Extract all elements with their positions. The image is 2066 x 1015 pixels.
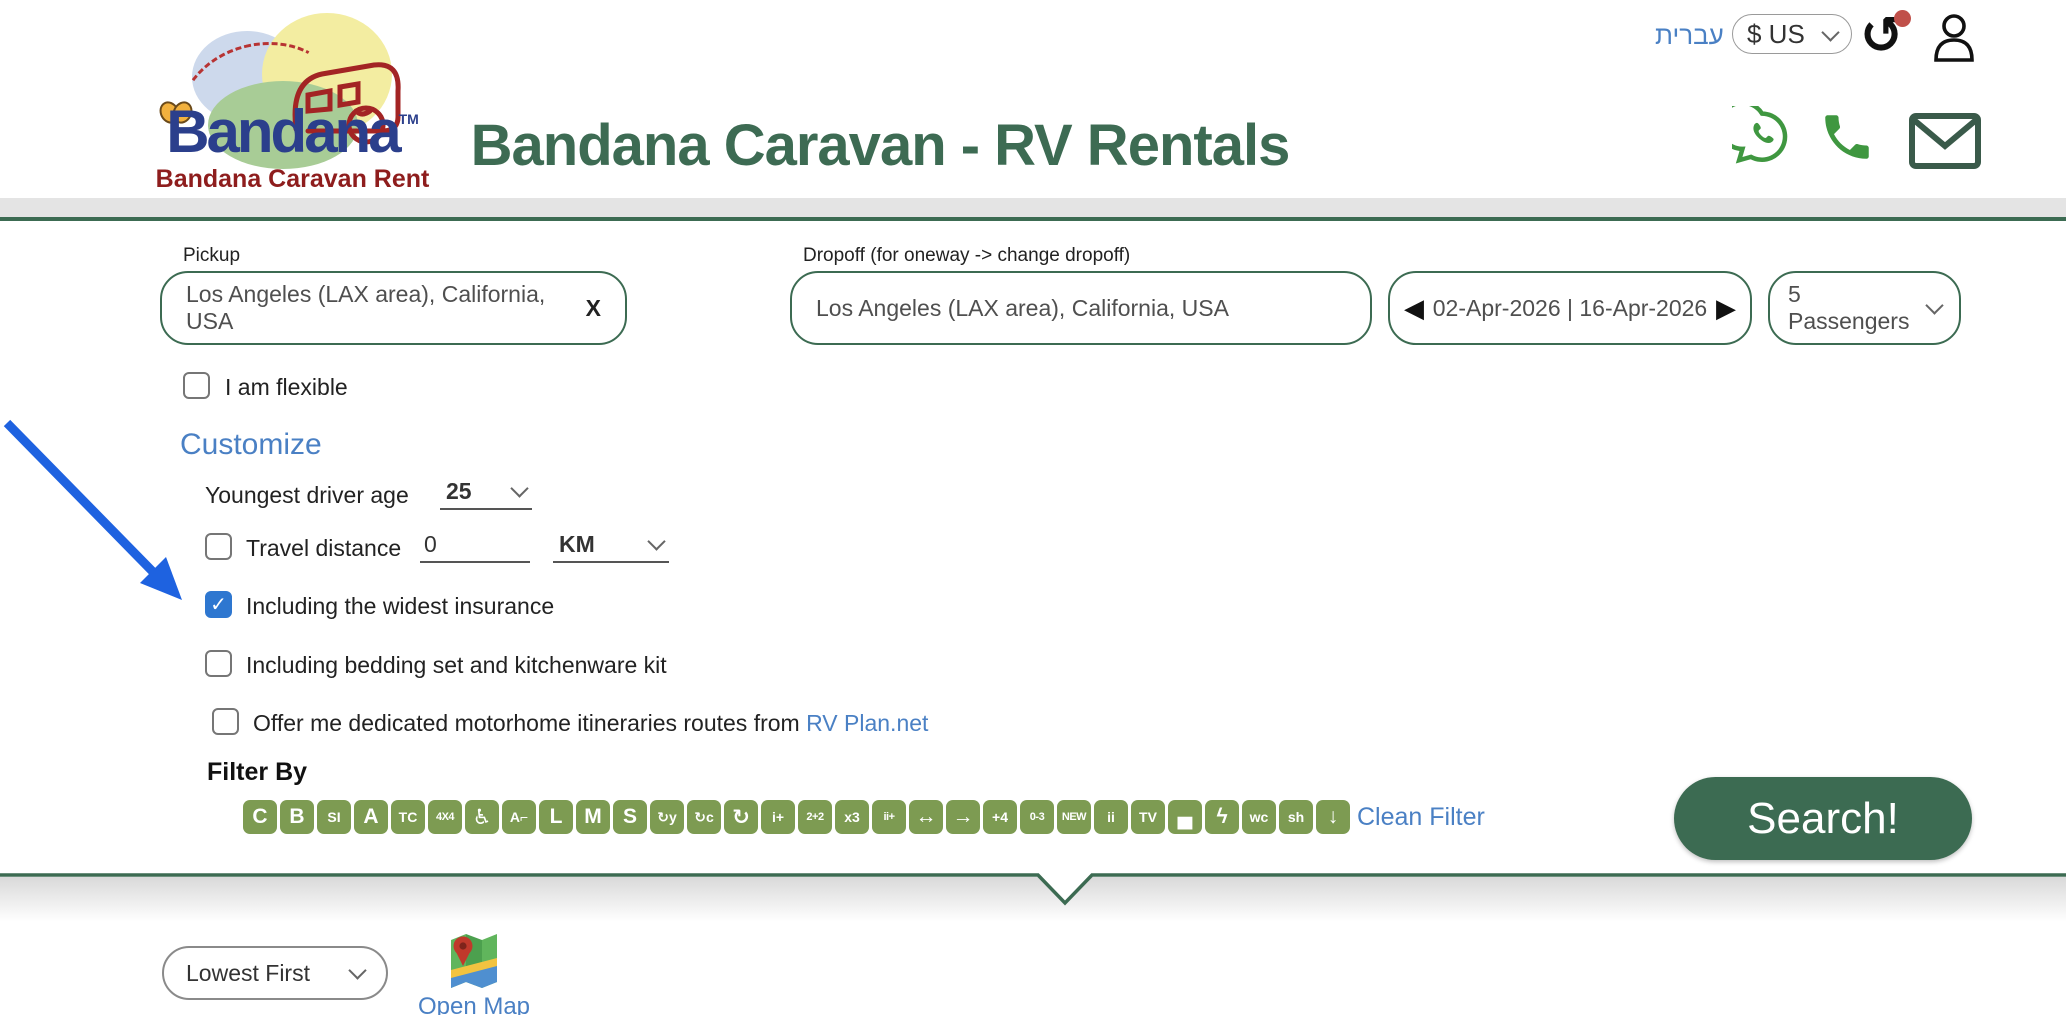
filter-rv-small-icon[interactable]: S	[613, 800, 647, 834]
filter-class-b-icon[interactable]: B	[280, 800, 314, 834]
filter-bed-icon[interactable]: ▄	[1168, 800, 1202, 834]
annotation-arrow-icon	[0, 413, 210, 613]
travel-distance-label: Travel distance	[246, 535, 401, 562]
filter-family-icon[interactable]: ii	[1094, 800, 1128, 834]
filter-power-icon[interactable]: ϟ	[1205, 800, 1239, 834]
profile-icon[interactable]	[1930, 12, 1978, 64]
page-title: Bandana Caravan - RV Rentals	[470, 112, 1290, 179]
filter-si-icon[interactable]: SI	[317, 800, 351, 834]
filter-rv-checkin-icon[interactable]: ↓	[1316, 800, 1350, 834]
filter-circle-arrows-icon[interactable]: ↻	[724, 800, 758, 834]
currency-value: $ US	[1747, 19, 1805, 50]
chevron-down-icon	[510, 479, 528, 497]
map-button[interactable]	[448, 930, 500, 997]
language-link[interactable]: עברית	[1655, 20, 1724, 51]
filter-awning-icon[interactable]: A⌐	[502, 800, 536, 834]
logo-wordmark: BandanaTM	[150, 97, 435, 166]
filter-class-a-icon[interactable]: A	[354, 800, 388, 834]
filter-circle-c-icon[interactable]: ↻c	[687, 800, 721, 834]
filter-circle-y-icon[interactable]: ↻y	[650, 800, 684, 834]
filter-family-plus-icon[interactable]: ii+	[872, 800, 906, 834]
filter-rv-plus4-icon[interactable]: +4	[983, 800, 1017, 834]
bedding-checkbox[interactable]: ✓	[205, 650, 232, 677]
insurance-checkbox[interactable]: ✓	[205, 591, 232, 618]
pickup-input[interactable]: Los Angeles (LAX area), California, USA …	[160, 271, 627, 345]
travel-distance-input[interactable]: 0	[420, 527, 530, 563]
insurance-label: Including the widest insurance	[246, 593, 554, 620]
filter-shower-icon[interactable]: sh	[1279, 800, 1313, 834]
dropoff-input[interactable]: Los Angeles (LAX area), California, USA	[790, 271, 1372, 345]
date-next-icon[interactable]: ▶	[1716, 295, 1736, 321]
rv-plan-link[interactable]: RV Plan.net	[806, 710, 928, 736]
page: BandanaTM Bandana Caravan Rent Bandana C…	[0, 0, 2066, 1015]
passengers-select[interactable]: 5 Passengers	[1768, 271, 1961, 345]
chevron-down-icon	[1925, 296, 1943, 314]
sort-select[interactable]: Lowest First	[162, 946, 388, 1000]
passengers-value: 5 Passengers	[1788, 281, 1928, 335]
history-button[interactable]: ↺	[1860, 10, 1912, 64]
logo-brand-text: Bandana	[166, 98, 398, 165]
filter-rv-large-icon[interactable]: L	[539, 800, 573, 834]
date-range-picker[interactable]: ◀ 02-Apr-2026 | 16-Apr-2026 ▶	[1388, 271, 1752, 345]
distance-unit-select[interactable]: KM	[553, 527, 669, 563]
filter-rv-new-icon[interactable]: NEW	[1057, 800, 1091, 834]
filter-class-c-icon[interactable]: C	[243, 800, 277, 834]
filter-rv-0-3-icon[interactable]: 0-3	[1020, 800, 1054, 834]
phone-icon[interactable]	[1818, 108, 1876, 166]
filter-rv-medium-icon[interactable]: M	[576, 800, 610, 834]
itineraries-text: Offer me dedicated motorhome itineraries…	[253, 710, 800, 736]
date-prev-icon[interactable]: ◀	[1404, 295, 1424, 321]
filter-rv-arrow-icon[interactable]: →	[946, 800, 980, 834]
pickup-label: Pickup	[183, 245, 240, 267]
filter-2plus2-icon[interactable]: 2+2	[798, 800, 832, 834]
driver-age-label: Youngest driver age	[205, 482, 409, 509]
filter-4x4-icon[interactable]: 4X4	[428, 800, 462, 834]
chevron-down-icon	[647, 532, 665, 550]
sort-value: Lowest First	[186, 960, 310, 987]
search-button[interactable]: Search!	[1674, 777, 1972, 860]
itineraries-label: Offer me dedicated motorhome itineraries…	[253, 710, 928, 737]
whatsapp-icon[interactable]	[1732, 106, 1792, 168]
email-icon[interactable]	[1908, 112, 1982, 170]
itineraries-checkbox[interactable]: ✓	[212, 708, 239, 735]
travel-distance-value: 0	[424, 531, 437, 558]
travel-distance-checkbox[interactable]: ✓	[205, 533, 232, 560]
filter-tc-icon[interactable]: TC	[391, 800, 425, 834]
filter-tv-icon[interactable]: TV	[1131, 800, 1165, 834]
filter-by-label: Filter By	[207, 758, 307, 787]
dropoff-value: Los Angeles (LAX area), California, USA	[816, 295, 1346, 322]
pickup-value: Los Angeles (LAX area), California, USA	[186, 281, 586, 335]
filter-wheelchair-icon[interactable]: ♿	[465, 800, 499, 834]
date-range-value: 02-Apr-2026 | 16-Apr-2026	[1433, 295, 1707, 322]
filter-icons: CBSIATC4X4♿A⌐LMS↻y↻c↻i+2+2x3ii+↔→+40-3NE…	[243, 800, 1350, 834]
open-map-link[interactable]: Open Map	[408, 993, 540, 1015]
filter-person-plus-icon[interactable]: i+	[761, 800, 795, 834]
flexible-checkbox[interactable]: ✓	[183, 372, 210, 399]
header-divider-band	[0, 198, 2066, 221]
driver-age-select[interactable]: 25	[440, 474, 532, 510]
currency-select[interactable]: $ US	[1732, 14, 1852, 54]
flexible-label: I am flexible	[225, 374, 348, 401]
chevron-down-icon	[1821, 23, 1839, 41]
driver-age-value: 25	[446, 478, 472, 505]
logo-subtitle: Bandana Caravan Rent	[140, 165, 445, 194]
bedding-label: Including bedding set and kitchenware ki…	[246, 652, 667, 679]
filter-x3-icon[interactable]: x3	[835, 800, 869, 834]
filter-width-icon[interactable]: ↔	[909, 800, 943, 834]
dropoff-label: Dropoff (for oneway -> change dropoff)	[803, 245, 1130, 267]
section-divider	[0, 872, 2066, 910]
clear-pickup-button[interactable]: X	[586, 295, 601, 322]
distance-unit-value: KM	[559, 531, 595, 558]
logo-tm: TM	[399, 111, 419, 127]
map-icon	[448, 930, 500, 992]
check-icon: ✓	[210, 592, 227, 617]
logo[interactable]: BandanaTM Bandana Caravan Rent	[150, 5, 435, 197]
chevron-down-icon	[348, 961, 366, 979]
customize-link[interactable]: Customize	[180, 428, 322, 462]
clean-filter-link[interactable]: Clean Filter	[1357, 803, 1485, 832]
filter-wc-icon[interactable]: wc	[1242, 800, 1276, 834]
notification-dot	[1894, 10, 1911, 27]
